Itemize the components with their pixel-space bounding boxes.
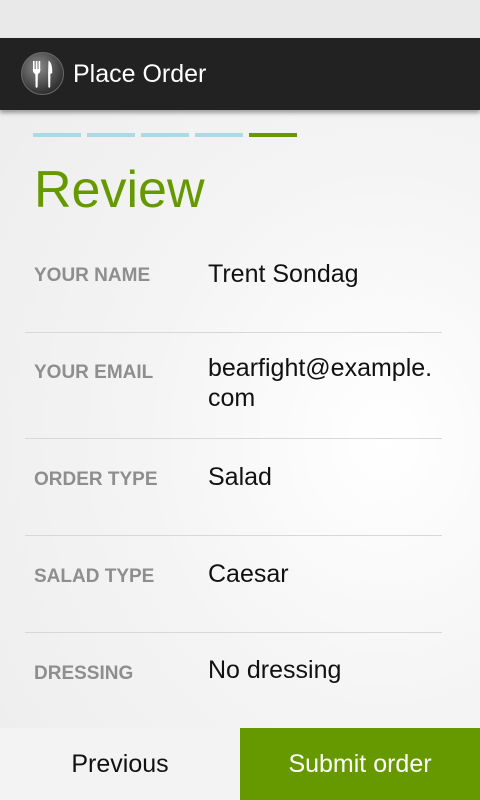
review-row-email[interactable]: YOUR EMAIL bearfight@example.com — [25, 333, 442, 439]
review-row-order-type[interactable]: ORDER TYPE Salad — [25, 439, 442, 536]
fork-knife-icon[interactable] — [21, 52, 64, 95]
review-row-salad-type[interactable]: SALAD TYPE Caesar — [25, 536, 442, 633]
row-value: bearfight@example.com — [208, 354, 433, 412]
page-title: Review — [34, 161, 205, 219]
step-indicator-2 — [87, 133, 135, 137]
review-list: YOUR NAME Trent Sondag YOUR EMAIL bearfi… — [25, 236, 442, 729]
row-label: YOUR NAME — [34, 265, 151, 286]
step-indicator-5-current — [249, 133, 297, 137]
row-value: Caesar — [208, 560, 289, 588]
step-indicator-1 — [33, 133, 81, 137]
row-value: Trent Sondag — [208, 260, 359, 288]
submit-order-button[interactable]: Submit order — [240, 728, 480, 800]
previous-button[interactable]: Previous — [0, 728, 240, 800]
review-row-name[interactable]: YOUR NAME Trent Sondag — [25, 236, 442, 333]
review-row-dressing[interactable]: DRESSING No dressing — [25, 633, 442, 729]
progress-steps — [33, 133, 297, 137]
bottom-button-bar: Previous Submit order — [0, 728, 480, 800]
step-indicator-3 — [141, 133, 189, 137]
row-value: No dressing — [208, 656, 342, 684]
row-label: ORDER TYPE — [34, 469, 158, 490]
step-indicator-4 — [195, 133, 243, 137]
action-bar: Place Order — [0, 38, 480, 110]
app-title: Place Order — [73, 60, 207, 88]
status-bar — [0, 0, 480, 38]
row-label: YOUR EMAIL — [34, 362, 154, 383]
row-label: DRESSING — [34, 663, 134, 684]
row-label: SALAD TYPE — [34, 566, 155, 587]
row-value: Salad — [208, 463, 272, 491]
